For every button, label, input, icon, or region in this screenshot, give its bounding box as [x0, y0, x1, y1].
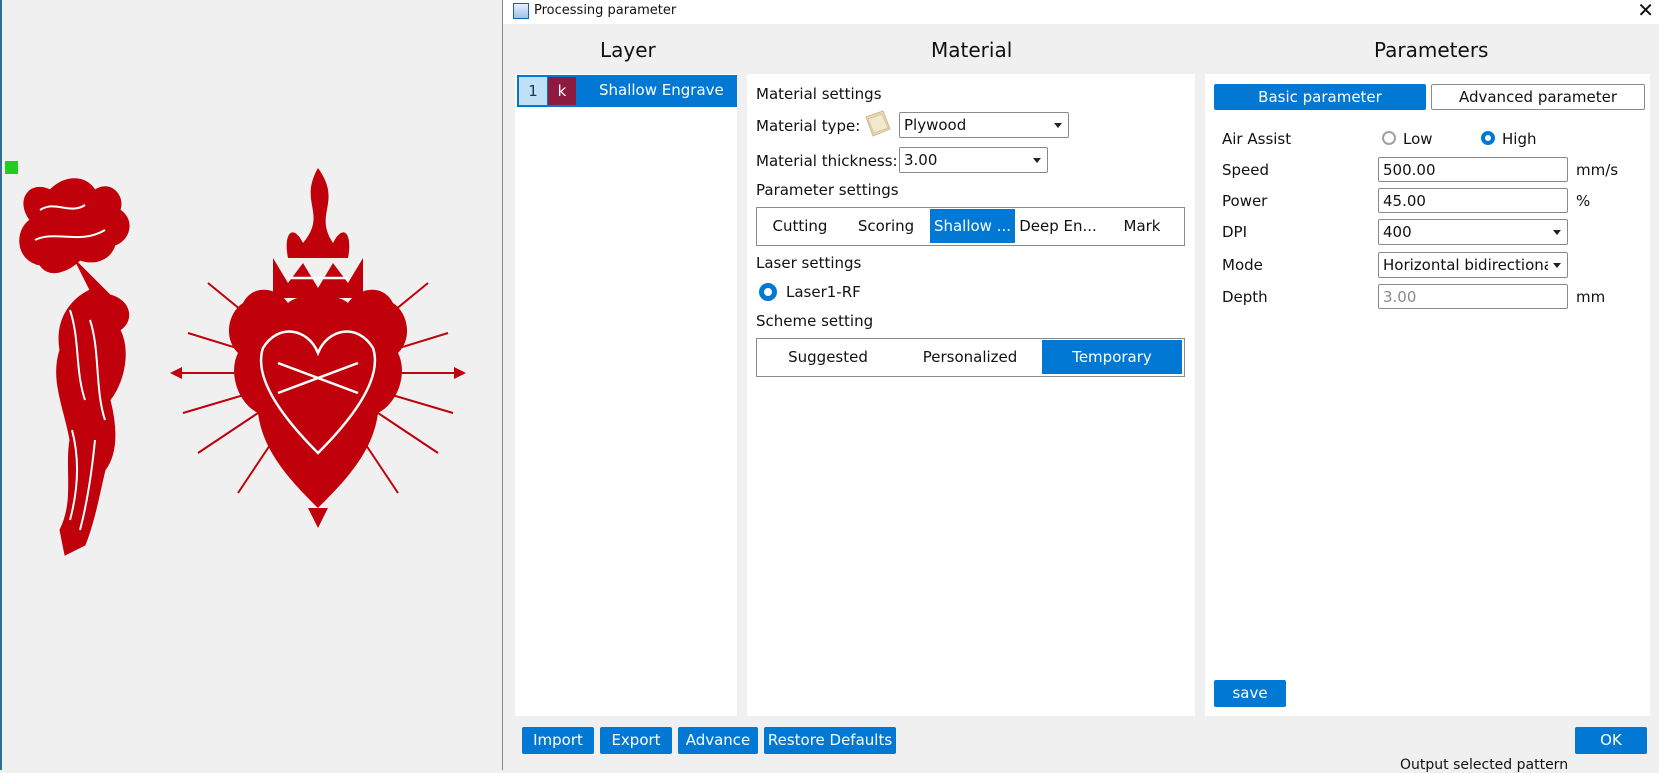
- restore-defaults-button[interactable]: Restore Defaults: [764, 727, 896, 754]
- layer-mode-badge: k: [548, 77, 576, 105]
- air-assist-low-radio[interactable]: [1382, 131, 1396, 145]
- speed-unit: mm/s: [1576, 161, 1619, 179]
- chevron-down-icon: [1033, 158, 1041, 163]
- tab-personalized[interactable]: Personalized: [900, 340, 1040, 374]
- layer-panel: [515, 74, 737, 716]
- tab-temporary[interactable]: Temporary: [1042, 340, 1182, 374]
- material-type-label: Material type:: [756, 117, 861, 135]
- import-button[interactable]: Import: [522, 727, 594, 754]
- mode-select[interactable]: Horizontal bidirectional: [1378, 252, 1568, 278]
- air-assist-high-label: High: [1502, 130, 1537, 148]
- tab-cutting[interactable]: Cutting: [758, 209, 842, 243]
- power-label: Power: [1222, 192, 1268, 210]
- laser1-rf-radio[interactable]: [759, 283, 777, 301]
- power-input[interactable]: 45.00: [1378, 188, 1568, 213]
- flower-artwork[interactable]: [10, 170, 145, 565]
- power-unit: %: [1576, 192, 1591, 210]
- chevron-down-icon: [1553, 263, 1561, 268]
- parameter-settings-title: Parameter settings: [756, 181, 899, 199]
- chevron-down-icon: [1553, 230, 1561, 235]
- depth-input: 3.00: [1378, 284, 1568, 309]
- air-assist-label: Air Assist: [1222, 130, 1292, 148]
- parameter-type-tabs: Cutting Scoring Shallow ... Deep En... M…: [756, 207, 1185, 246]
- chevron-down-icon: [1054, 123, 1062, 128]
- speed-input[interactable]: 500.00: [1378, 157, 1568, 182]
- layer-row[interactable]: 1 k Shallow Engrave: [517, 75, 737, 107]
- advance-button[interactable]: Advance: [678, 727, 758, 754]
- heart-artwork[interactable]: [168, 163, 468, 533]
- parameters-header: Parameters: [1374, 38, 1489, 62]
- material-thickness-label: Material thickness:: [756, 152, 898, 170]
- export-button[interactable]: Export: [600, 727, 672, 754]
- canvas-ruler-edge: [0, 0, 2, 770]
- depth-label: Depth: [1222, 288, 1268, 306]
- depth-unit: mm: [1576, 288, 1606, 306]
- tab-scoring[interactable]: Scoring: [844, 209, 928, 243]
- ok-button[interactable]: OK: [1575, 727, 1647, 754]
- material-settings-title: Material settings: [756, 85, 882, 103]
- window-title: Processing parameter: [534, 3, 677, 18]
- layer-name: Shallow Engrave: [599, 81, 724, 99]
- design-canvas[interactable]: [0, 0, 502, 770]
- air-assist-high-radio[interactable]: [1481, 131, 1495, 145]
- material-thickness-select[interactable]: 3.00: [899, 147, 1048, 173]
- tab-basic-parameter[interactable]: Basic parameter: [1214, 84, 1426, 110]
- save-button[interactable]: save: [1214, 680, 1286, 707]
- laser-settings-title: Laser settings: [756, 254, 862, 272]
- material-header: Material: [931, 38, 1013, 62]
- scheme-tabs: Suggested Personalized Temporary: [756, 338, 1185, 377]
- scheme-setting-title: Scheme setting: [756, 312, 874, 330]
- air-assist-low-label: Low: [1403, 130, 1433, 148]
- speed-label: Speed: [1222, 161, 1270, 179]
- material-type-select[interactable]: Plywood: [899, 112, 1069, 138]
- title-bar: Processing parameter ✕: [503, 0, 1659, 24]
- tab-mark[interactable]: Mark: [1102, 209, 1182, 243]
- layer-number: 1: [519, 77, 547, 105]
- mode-label: Mode: [1222, 256, 1263, 274]
- app-icon: [513, 3, 529, 19]
- dpi-label: DPI: [1222, 223, 1248, 241]
- background-menu-text: Output selected pattern: [1400, 757, 1569, 773]
- close-icon[interactable]: ✕: [1637, 0, 1654, 22]
- plywood-icon: [865, 110, 891, 137]
- processing-parameter-dialog: Processing parameter ✕ Layer Material Pa…: [502, 0, 1659, 770]
- tab-deep-engrave[interactable]: Deep En...: [1016, 209, 1100, 243]
- dpi-select[interactable]: 400: [1378, 219, 1568, 245]
- tab-advanced-parameter[interactable]: Advanced parameter: [1431, 84, 1645, 110]
- tab-shallow-engrave[interactable]: Shallow ...: [930, 209, 1015, 243]
- laser1-rf-label: Laser1-RF: [786, 283, 861, 301]
- tab-suggested[interactable]: Suggested: [758, 340, 898, 374]
- layer-header: Layer: [600, 38, 656, 62]
